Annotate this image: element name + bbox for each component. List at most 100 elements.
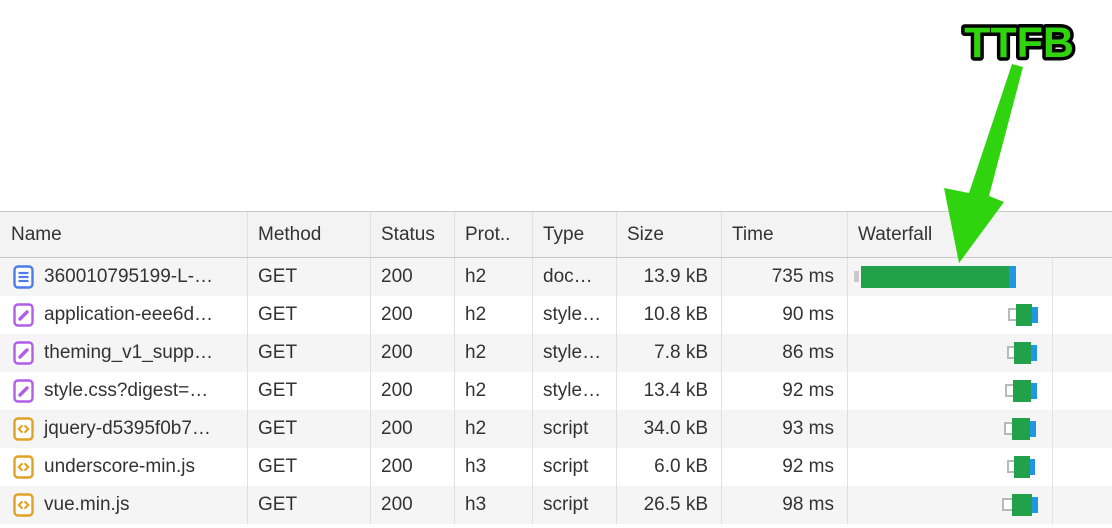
name-cell: jquery-d5395f0b7… — [0, 410, 248, 448]
rows: 360010795199-L-… GET 200 h2 doc… 13.9 kB… — [0, 258, 1112, 524]
name-cell: theming_v1_supp… — [0, 334, 248, 372]
type-cell: style… — [533, 372, 617, 410]
status-cell: 200 — [371, 372, 455, 410]
name-cell: 360010795199-L-… — [0, 258, 248, 296]
method-cell: GET — [248, 296, 371, 334]
name-cell: style.css?digest=… — [0, 372, 248, 410]
table-row[interactable]: theming_v1_supp… GET 200 h2 style… 7.8 k… — [0, 334, 1112, 372]
stylesheet-icon — [13, 303, 34, 327]
type-cell: style… — [533, 296, 617, 334]
column-header-name[interactable]: Name — [0, 212, 248, 257]
column-header-type[interactable]: Type — [533, 212, 617, 257]
request-name: style.css?digest=… — [44, 380, 208, 402]
waterfall-cell — [848, 334, 1112, 372]
time-cell: 92 ms — [722, 448, 848, 486]
waterfall-download-bar — [1009, 266, 1016, 288]
name-cell: underscore-min.js — [0, 448, 248, 486]
script-icon — [13, 455, 34, 479]
table-row[interactable]: underscore-min.js GET 200 h3 script 6.0 … — [0, 448, 1112, 486]
method-cell: GET — [248, 258, 371, 296]
protocol-cell: h2 — [455, 334, 533, 372]
waterfall-cell — [848, 296, 1112, 334]
waterfall-ttfb-bar — [1014, 456, 1030, 478]
size-cell: 34.0 kB — [617, 410, 722, 448]
waterfall-cell — [848, 448, 1112, 486]
waterfall-ttfb-bar — [1013, 380, 1031, 402]
column-header-status[interactable]: Status — [371, 212, 455, 257]
waterfall-download-bar — [1032, 307, 1038, 323]
header-row: NameMethodStatusProt..TypeSizeTimeWaterf… — [0, 212, 1112, 258]
column-header-waterfall[interactable]: Waterfall — [848, 212, 1112, 257]
time-cell: 735 ms — [722, 258, 848, 296]
type-cell: doc… — [533, 258, 617, 296]
size-cell: 13.4 kB — [617, 372, 722, 410]
size-cell: 7.8 kB — [617, 334, 722, 372]
column-header-size[interactable]: Size — [617, 212, 722, 257]
status-cell: 200 — [371, 410, 455, 448]
column-header-time[interactable]: Time — [722, 212, 848, 257]
request-name: theming_v1_supp… — [44, 342, 213, 364]
stylesheet-icon — [13, 341, 34, 365]
method-cell: GET — [248, 334, 371, 372]
document-icon — [13, 265, 34, 289]
protocol-cell: h2 — [455, 296, 533, 334]
request-name: jquery-d5395f0b7… — [44, 418, 211, 440]
type-cell: script — [533, 486, 617, 524]
column-header-method[interactable]: Method — [248, 212, 371, 257]
status-cell: 200 — [371, 258, 455, 296]
waterfall-download-bar — [1031, 383, 1037, 399]
stylesheet-icon — [13, 379, 34, 403]
time-cell: 98 ms — [722, 486, 848, 524]
waterfall-ttfb-bar — [861, 266, 1009, 288]
type-cell: script — [533, 448, 617, 486]
method-cell: GET — [248, 372, 371, 410]
script-icon — [13, 417, 34, 441]
size-cell: 13.9 kB — [617, 258, 722, 296]
protocol-cell: h2 — [455, 258, 533, 296]
method-cell: GET — [248, 448, 371, 486]
script-icon — [13, 493, 34, 517]
column-header-protocol[interactable]: Prot.. — [455, 212, 533, 257]
method-cell: GET — [248, 410, 371, 448]
method-cell: GET — [248, 486, 371, 524]
type-cell: script — [533, 410, 617, 448]
request-name: vue.min.js — [44, 494, 130, 516]
request-name: underscore-min.js — [44, 456, 195, 478]
table-row[interactable]: style.css?digest=… GET 200 h2 style… 13.… — [0, 372, 1112, 410]
status-cell: 200 — [371, 448, 455, 486]
type-cell: style… — [533, 334, 617, 372]
waterfall-download-bar — [1030, 459, 1035, 475]
waterfall-ttfb-bar — [1012, 494, 1032, 516]
status-cell: 200 — [371, 486, 455, 524]
network-request-table: NameMethodStatusProt..TypeSizeTimeWaterf… — [0, 211, 1112, 525]
size-cell: 26.5 kB — [617, 486, 722, 524]
protocol-cell: h2 — [455, 410, 533, 448]
status-cell: 200 — [371, 334, 455, 372]
waterfall-ttfb-bar — [1014, 342, 1031, 364]
waterfall-cell — [848, 258, 1112, 296]
waterfall-ttfb-bar — [1016, 304, 1032, 326]
time-cell: 86 ms — [722, 334, 848, 372]
waterfall-cell — [848, 486, 1112, 524]
status-cell: 200 — [371, 296, 455, 334]
table-row[interactable]: 360010795199-L-… GET 200 h2 doc… 13.9 kB… — [0, 258, 1112, 296]
table-row[interactable]: vue.min.js GET 200 h3 script 26.5 kB 98 … — [0, 486, 1112, 524]
table-row[interactable]: application-eee6d… GET 200 h2 style… 10.… — [0, 296, 1112, 334]
protocol-cell: h3 — [455, 486, 533, 524]
waterfall-download-bar — [1030, 421, 1036, 437]
protocol-cell: h3 — [455, 448, 533, 486]
request-name: application-eee6d… — [44, 304, 213, 326]
name-cell: application-eee6d… — [0, 296, 248, 334]
time-cell: 90 ms — [722, 296, 848, 334]
ttfb-label: TTFB — [964, 19, 1074, 67]
waterfall-cell — [848, 410, 1112, 448]
devtools-network-panel: NameMethodStatusProt..TypeSizeTimeWaterf… — [0, 0, 1112, 528]
time-cell: 92 ms — [722, 372, 848, 410]
size-cell: 6.0 kB — [617, 448, 722, 486]
name-cell: vue.min.js — [0, 486, 248, 524]
size-cell: 10.8 kB — [617, 296, 722, 334]
waterfall-download-bar — [1032, 497, 1038, 513]
table-row[interactable]: jquery-d5395f0b7… GET 200 h2 script 34.0… — [0, 410, 1112, 448]
request-name: 360010795199-L-… — [44, 266, 213, 288]
protocol-cell: h2 — [455, 372, 533, 410]
